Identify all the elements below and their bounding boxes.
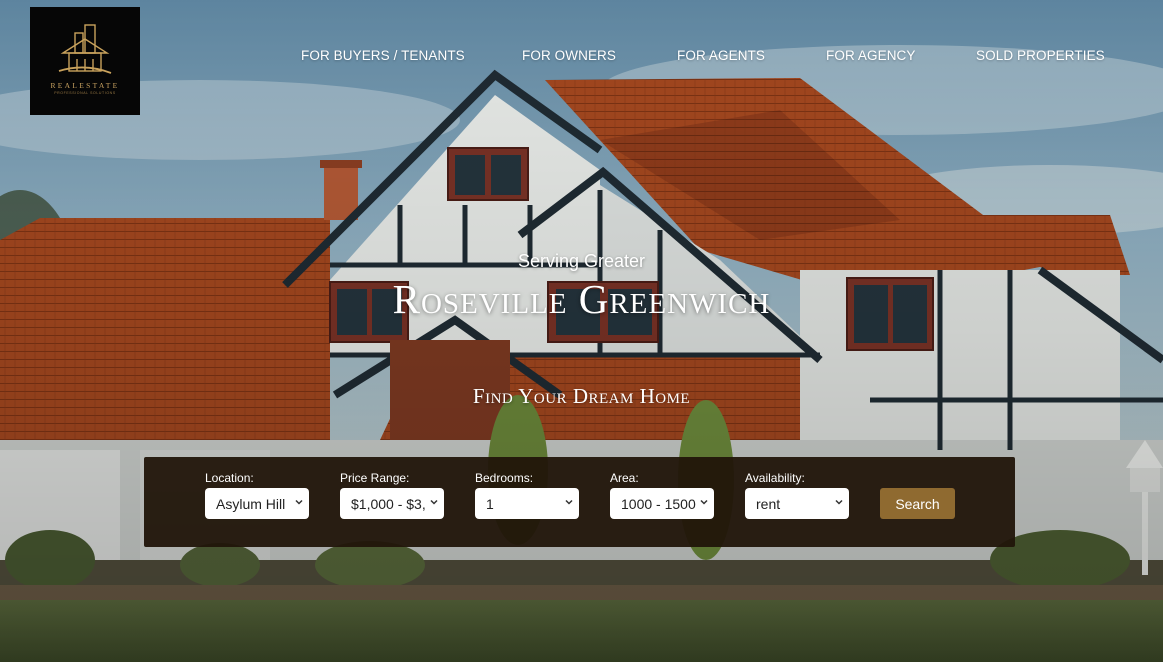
main-nav: FOR BUYERS / TENANTS FOR OWNERS FOR AGEN… (0, 48, 1163, 68)
bedrooms-label: Bedrooms: (475, 471, 534, 485)
search-button[interactable]: Search (880, 488, 955, 519)
price-range-value: $1,000 - $3, (351, 496, 426, 512)
nav-agents[interactable]: FOR AGENTS (677, 48, 765, 63)
hero-headline: Roseville Greenwich (392, 276, 771, 322)
hero-subheadline: Find Your Dream Home (472, 384, 691, 408)
price-range-label: Price Range: (340, 471, 410, 485)
availability-field: Availability: rent (745, 471, 849, 519)
nav-buyers-tenants[interactable]: FOR BUYERS / TENANTS (301, 48, 465, 63)
location-value: Asylum Hill (216, 496, 286, 512)
hero-overlay (0, 0, 1163, 662)
chevron-down-icon (565, 499, 573, 505)
location-select[interactable]: Asylum Hill (205, 488, 309, 519)
area-select[interactable]: 1000 - 1500 (610, 488, 714, 519)
bedrooms-field: Bedrooms: 1 (475, 471, 579, 519)
chevron-down-icon (700, 499, 708, 505)
area-label: Area: (610, 471, 639, 485)
chevron-down-icon (835, 499, 843, 505)
location-field: Location: Asylum Hill (205, 471, 309, 519)
hero-eyebrow: Serving Greater (517, 251, 646, 271)
chevron-down-icon (430, 499, 438, 505)
area-field: Area: 1000 - 1500 (610, 471, 714, 519)
logo-text: REALESTATE (50, 81, 120, 90)
area-value: 1000 - 1500 (621, 496, 696, 512)
availability-value: rent (756, 496, 781, 512)
logo-tagline: PROFESSIONAL SOLUTIONS (54, 91, 116, 95)
availability-select[interactable]: rent (745, 488, 849, 519)
nav-owners[interactable]: FOR OWNERS (522, 48, 616, 63)
nav-sold-properties[interactable]: SOLD PROPERTIES (976, 48, 1105, 63)
bedrooms-select[interactable]: 1 (475, 488, 579, 519)
location-label: Location: (205, 471, 254, 485)
availability-label: Availability: (745, 471, 805, 485)
bedrooms-value: 1 (486, 496, 494, 512)
hero-background (0, 0, 1163, 662)
price-range-select[interactable]: $1,000 - $3, (340, 488, 444, 519)
chevron-down-icon (295, 499, 303, 505)
search-panel: Location: Asylum Hill Price Range: $1,00… (144, 457, 1015, 547)
nav-agency[interactable]: FOR AGENCY (826, 48, 916, 63)
price-range-field: Price Range: $1,000 - $3, (340, 471, 444, 519)
